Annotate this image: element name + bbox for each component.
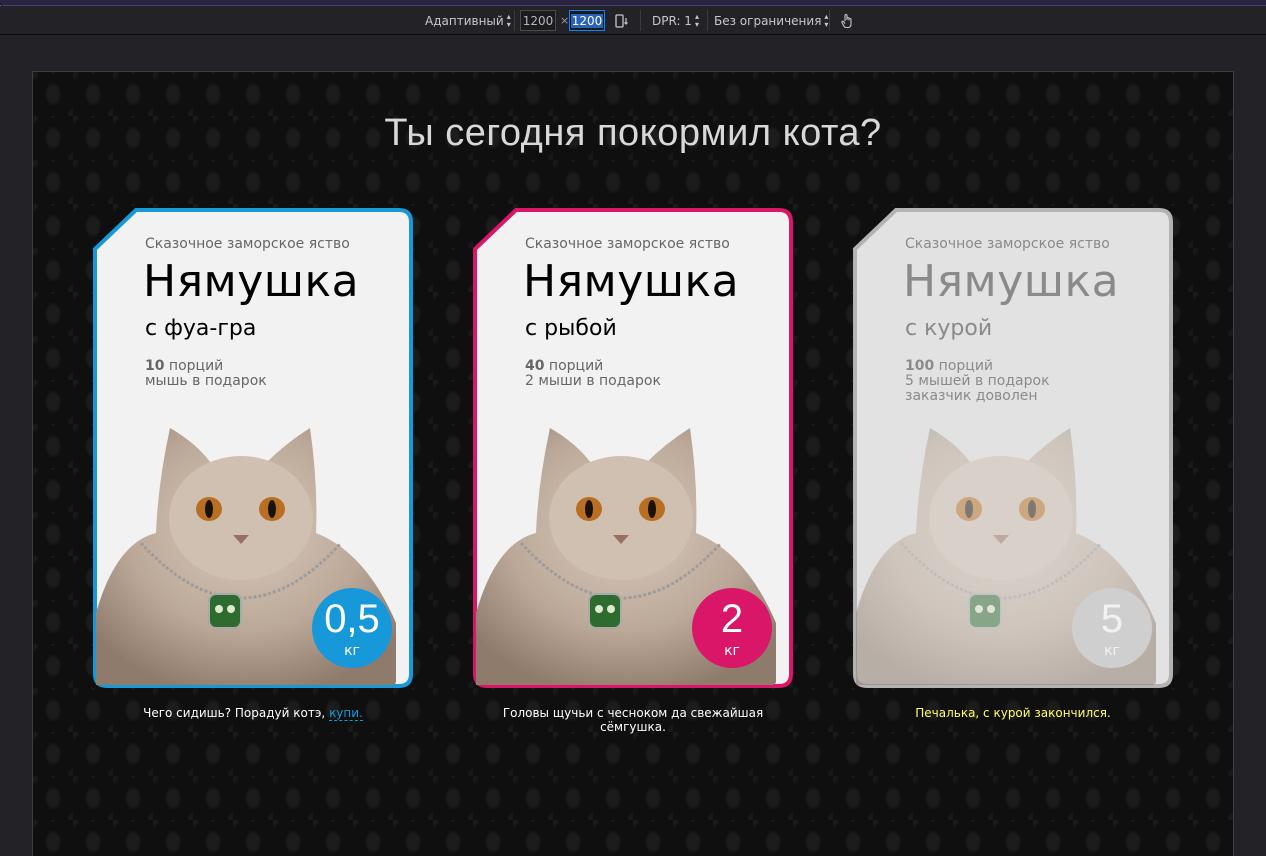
weight-unit: кг (724, 643, 740, 659)
toolbar-separator (829, 10, 830, 31)
rotate-viewport-button[interactable] (614, 6, 630, 35)
page-viewport: Ты сегодня покормил кота? Сказочное замо… (32, 71, 1234, 856)
buy-link[interactable]: купи. (329, 706, 363, 721)
weight-unit: кг (1104, 643, 1120, 659)
gift-text: 2 мыши в подарок (525, 373, 661, 389)
product-card-foie-gras: Сказочное заморское яство Нямушка с фуа-… (93, 208, 413, 721)
updown-arrows-icon: ▴ ▾ (694, 11, 699, 29)
card-tagline: Сказочное заморское яство (905, 236, 1110, 252)
viewport-width-value: 1200 (522, 13, 554, 28)
toolbar-separator (640, 10, 641, 31)
product-card: Сказочное заморское яство Нямушка с куро… (853, 208, 1173, 688)
product-name: Нямушка (903, 256, 1120, 307)
caption-text: Головы щучьи с чесноком да свежайшая сём… (502, 706, 764, 734)
gift-text: мышь в подарок (145, 373, 267, 389)
viewport-width-input[interactable]: 1200 (520, 10, 556, 31)
viewport-height-input[interactable]: 1200 (569, 10, 605, 31)
card-caption: Головы щучьи с чесноком да свежайшая сём… (473, 706, 793, 734)
product-flavor: с рыбой (525, 316, 617, 341)
portions-count: 40 (525, 358, 545, 374)
weight-value: 5 (1100, 597, 1124, 641)
device-selector[interactable]: Адаптивный ▴ ▾ (425, 6, 511, 35)
rotate-device-icon (615, 13, 628, 28)
product-card-fish: Сказочное заморское яство Нямушка с рыбо… (473, 208, 793, 734)
extra-text: заказчик доволен (905, 388, 1038, 404)
card-caption: Чего сидишь? Порадуй котэ, купи. (93, 706, 413, 721)
product-flavor: с курой (905, 316, 993, 341)
network-throttle-selector[interactable]: Без ограничения ▴ ▾ (714, 6, 828, 35)
throttle-selector-label: Без ограничения (714, 13, 822, 28)
device-selector-label: Адаптивный (425, 13, 504, 28)
product-details: 10 порций мышь в подарок (145, 359, 267, 389)
toolbar-separator (707, 10, 708, 31)
card-tagline: Сказочное заморское яство (145, 236, 350, 252)
weight-value: 2 (720, 597, 744, 641)
product-details: 100 порций 5 мышей в подарок заказчик до… (905, 359, 1050, 404)
dimension-separator: × (560, 14, 570, 27)
portions-label: порций (164, 358, 224, 374)
viewport-height-value: 1200 (570, 13, 604, 28)
product-name: Нямушка (143, 256, 360, 307)
updown-arrows-icon: ▴ ▾ (824, 11, 829, 29)
weight-badge: 5 кг (1072, 588, 1152, 668)
updown-arrows-icon: ▴ ▾ (506, 11, 511, 29)
portions-label: порций (934, 358, 994, 374)
page-headline: Ты сегодня покормил кота? (384, 112, 882, 154)
toolbar-separator (514, 10, 515, 31)
touch-hand-icon (841, 13, 852, 28)
product-card[interactable]: Сказочное заморское яство Нямушка с фуа-… (93, 208, 413, 688)
card-caption: Печалька, с курой закончился. (853, 706, 1173, 720)
dpr-selector[interactable]: DPR: 1 ▴ ▾ (652, 6, 699, 35)
weight-badge: 0,5 кг (312, 588, 392, 668)
dpr-selector-label: DPR: 1 (652, 13, 692, 28)
weight-badge: 2 кг (692, 588, 772, 668)
card-tagline: Сказочное заморское яство (525, 236, 730, 252)
product-card-chicken: Сказочное заморское яство Нямушка с куро… (853, 208, 1173, 720)
caption-text: Чего сидишь? Порадуй котэ, (143, 706, 330, 720)
product-details: 40 порций 2 мыши в подарок (525, 359, 661, 389)
weight-value: 0,5 (324, 597, 380, 641)
touch-simulation-button[interactable] (839, 6, 855, 35)
responsive-design-toolbar: Адаптивный ▴ ▾ 1200 × 1200 DPR: 1 ▴ ▾ Без … (0, 6, 1266, 35)
weight-unit: кг (344, 643, 360, 659)
product-flavor: с фуа-гра (145, 316, 257, 341)
product-name: Нямушка (523, 256, 740, 307)
portions-count: 10 (145, 358, 165, 374)
product-card[interactable]: Сказочное заморское яство Нямушка с рыбо… (473, 208, 793, 688)
portions-count: 100 (905, 358, 935, 374)
portions-label: порций (544, 358, 604, 374)
gift-text: 5 мышей в подарок (905, 373, 1050, 389)
caption-text: Печалька, с курой закончился. (915, 706, 1111, 720)
